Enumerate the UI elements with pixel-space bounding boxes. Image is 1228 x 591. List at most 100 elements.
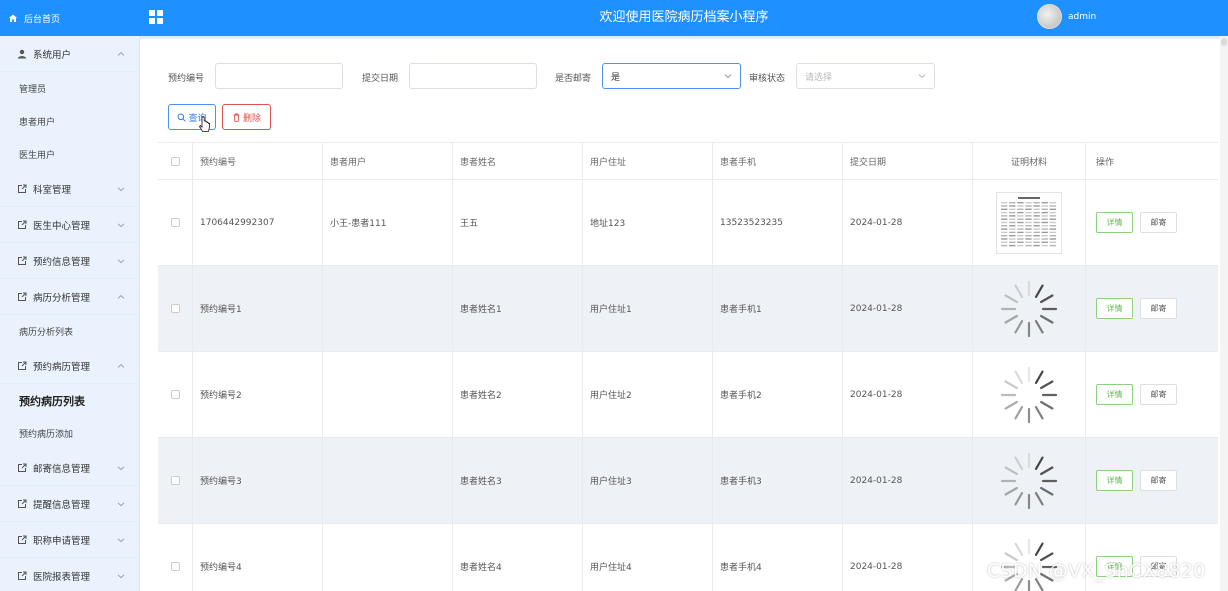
sidebar-item[interactable]: 预约信息管理 (0, 243, 139, 279)
delete-button[interactable]: 删除 (222, 104, 271, 130)
home-link[interactable]: 后台首页 (0, 0, 140, 36)
avatar[interactable] (1037, 4, 1062, 29)
table-cell-phone: 患者手机4 (713, 524, 843, 591)
sidebar-subitem[interactable]: 病历分析列表 (0, 315, 139, 348)
column-header-label: 预约编号 (200, 157, 237, 168)
chevron-up-icon (117, 51, 125, 56)
submit-date-input[interactable] (409, 63, 537, 89)
cell-value-no: 预约编号3 (200, 477, 242, 487)
external-link-icon (18, 220, 27, 229)
table-cell-actions: 详情 邮寄 (1086, 352, 1218, 437)
column-header: 证明材料 (973, 143, 1086, 179)
chevron-down-icon (117, 466, 125, 471)
table-cell-phone: 患者手机3 (713, 438, 843, 523)
sidebar-item-label: 系统用户 (33, 49, 72, 61)
table-cell-address: 用户住址4 (583, 524, 713, 591)
mail-button[interactable]: 邮寄 (1140, 212, 1177, 233)
sidebar-item[interactable]: 科室管理 (0, 171, 139, 207)
sidebar-item[interactable]: 预约病历管理 (0, 348, 139, 384)
sidebar-item[interactable]: 医院报表管理 (0, 558, 139, 591)
mail-button[interactable]: 邮寄 (1140, 298, 1177, 319)
chevron-down-icon (117, 502, 125, 507)
external-link-icon (18, 499, 27, 508)
row-select-cell (158, 438, 193, 523)
row-checkbox[interactable] (170, 390, 180, 399)
document-thumbnail[interactable] (996, 191, 1062, 254)
row-checkbox[interactable] (170, 304, 180, 313)
cell-value-phone: 患者手机2 (720, 391, 762, 401)
trash-icon (233, 113, 240, 122)
column-header: 提交日期 (843, 143, 973, 179)
cell-value-no: 预约编号4 (200, 563, 242, 573)
chevron-down-icon (117, 574, 125, 579)
sidebar: 系统用户管理员 患者用户 医生用户科室管理医生中心管理 预约信息管理 病历分析管理 病历分… (0, 36, 140, 591)
select-all-cell (158, 143, 193, 179)
table-cell-phone: 患者手机1 (713, 266, 843, 351)
table-cell-date: 2024-01-28 (843, 180, 973, 265)
column-header: 预约编号 (193, 143, 323, 179)
cell-value-phone: 患者手机4 (720, 563, 762, 573)
row-checkbox[interactable] (170, 562, 180, 571)
sidebar-item-label: 预约病历管理 (33, 361, 91, 373)
table-cell-actions: 详情 邮寄 (1086, 438, 1218, 523)
sidebar-item[interactable]: 医生中心管理 (0, 207, 139, 243)
loading-spinner-icon (1000, 452, 1058, 509)
detail-button[interactable]: 详情 (1096, 384, 1133, 405)
loading-spinner-icon (1000, 280, 1058, 337)
user-name[interactable]: admin (1068, 12, 1096, 22)
row-select-cell (158, 524, 193, 591)
cell-value-address: 地址123 (590, 219, 626, 229)
sidebar-item[interactable]: 邮寄信息管理 (0, 450, 139, 486)
table-cell-date: 2024-01-28 (843, 524, 973, 591)
sidebar-item-label: 科室管理 (33, 184, 72, 196)
table-cell-user (323, 352, 453, 437)
row-checkbox[interactable] (170, 218, 180, 227)
sidebar-subitem[interactable]: 医生用户 (0, 138, 139, 171)
mailed-select[interactable]: 是 (602, 63, 741, 89)
sidebar-subitem[interactable]: 预约病历添加 (0, 417, 139, 450)
detail-button[interactable]: 详情 (1096, 470, 1133, 491)
appointment-no-input[interactable] (215, 63, 343, 89)
mail-button[interactable]: 邮寄 (1140, 470, 1177, 491)
table-cell-name: 患者姓名3 (453, 438, 583, 523)
loading-spinner-icon (1000, 366, 1058, 423)
table-cell-date: 2024-01-28 (843, 438, 973, 523)
sidebar-subitem[interactable]: 预约病历列表 (0, 384, 139, 417)
table-cell-address: 用户住址1 (583, 266, 713, 351)
review-status-select[interactable]: 请选择 (796, 63, 935, 89)
sidebar-item[interactable]: 职称申请管理 (0, 522, 139, 558)
table-cell-material (973, 352, 1086, 437)
detail-button[interactable]: 详情 (1096, 298, 1133, 319)
external-link-icon (18, 463, 27, 472)
sidebar-item[interactable]: 系统用户 (0, 36, 139, 72)
table-cell-address: 地址123 (583, 180, 713, 265)
column-header-label: 提交日期 (850, 157, 887, 168)
page-title: 欢迎使用医院病历档案小程序 (599, 10, 769, 25)
row-checkbox[interactable] (170, 476, 180, 485)
search-icon (177, 113, 187, 122)
sidebar-subitem[interactable]: 管理员 (0, 72, 139, 105)
column-header-label: 患者手机 (720, 157, 757, 168)
column-header-label: 操作 (1096, 157, 1115, 168)
table-cell-name: 王五 (453, 180, 583, 265)
sidebar-subitem[interactable]: 患者用户 (0, 105, 139, 138)
cell-value-name: 患者姓名3 (460, 477, 502, 487)
row-actions: 详情 邮寄 (1096, 212, 1177, 233)
detail-button[interactable]: 详情 (1096, 212, 1133, 233)
table-cell-phone: 13523523235 (713, 180, 843, 265)
table-cell-material (973, 180, 1086, 265)
select-all-checkbox[interactable] (170, 156, 180, 166)
sidebar-item[interactable]: 病历分析管理 (0, 279, 139, 315)
sidebar-item[interactable]: 提醒信息管理 (0, 486, 139, 522)
table-cell-material (973, 266, 1086, 351)
table-header-row: 预约编号 患者用户 患者姓名 用户住址 患者手机 提交日期 证明材料 操作 (158, 143, 1218, 180)
row-actions: 详情 邮寄 (1096, 298, 1177, 319)
table-cell-name: 患者姓名4 (453, 524, 583, 591)
cell-value-address: 用户住址4 (590, 563, 632, 573)
table-cell-name: 患者姓名1 (453, 266, 583, 351)
scrollbar[interactable] (1220, 36, 1228, 591)
mail-button[interactable]: 邮寄 (1140, 384, 1177, 405)
chevron-up-icon (117, 294, 125, 299)
mailed-label: 是否邮寄 (555, 74, 592, 84)
cell-value-date: 2024-01-28 (850, 389, 903, 400)
